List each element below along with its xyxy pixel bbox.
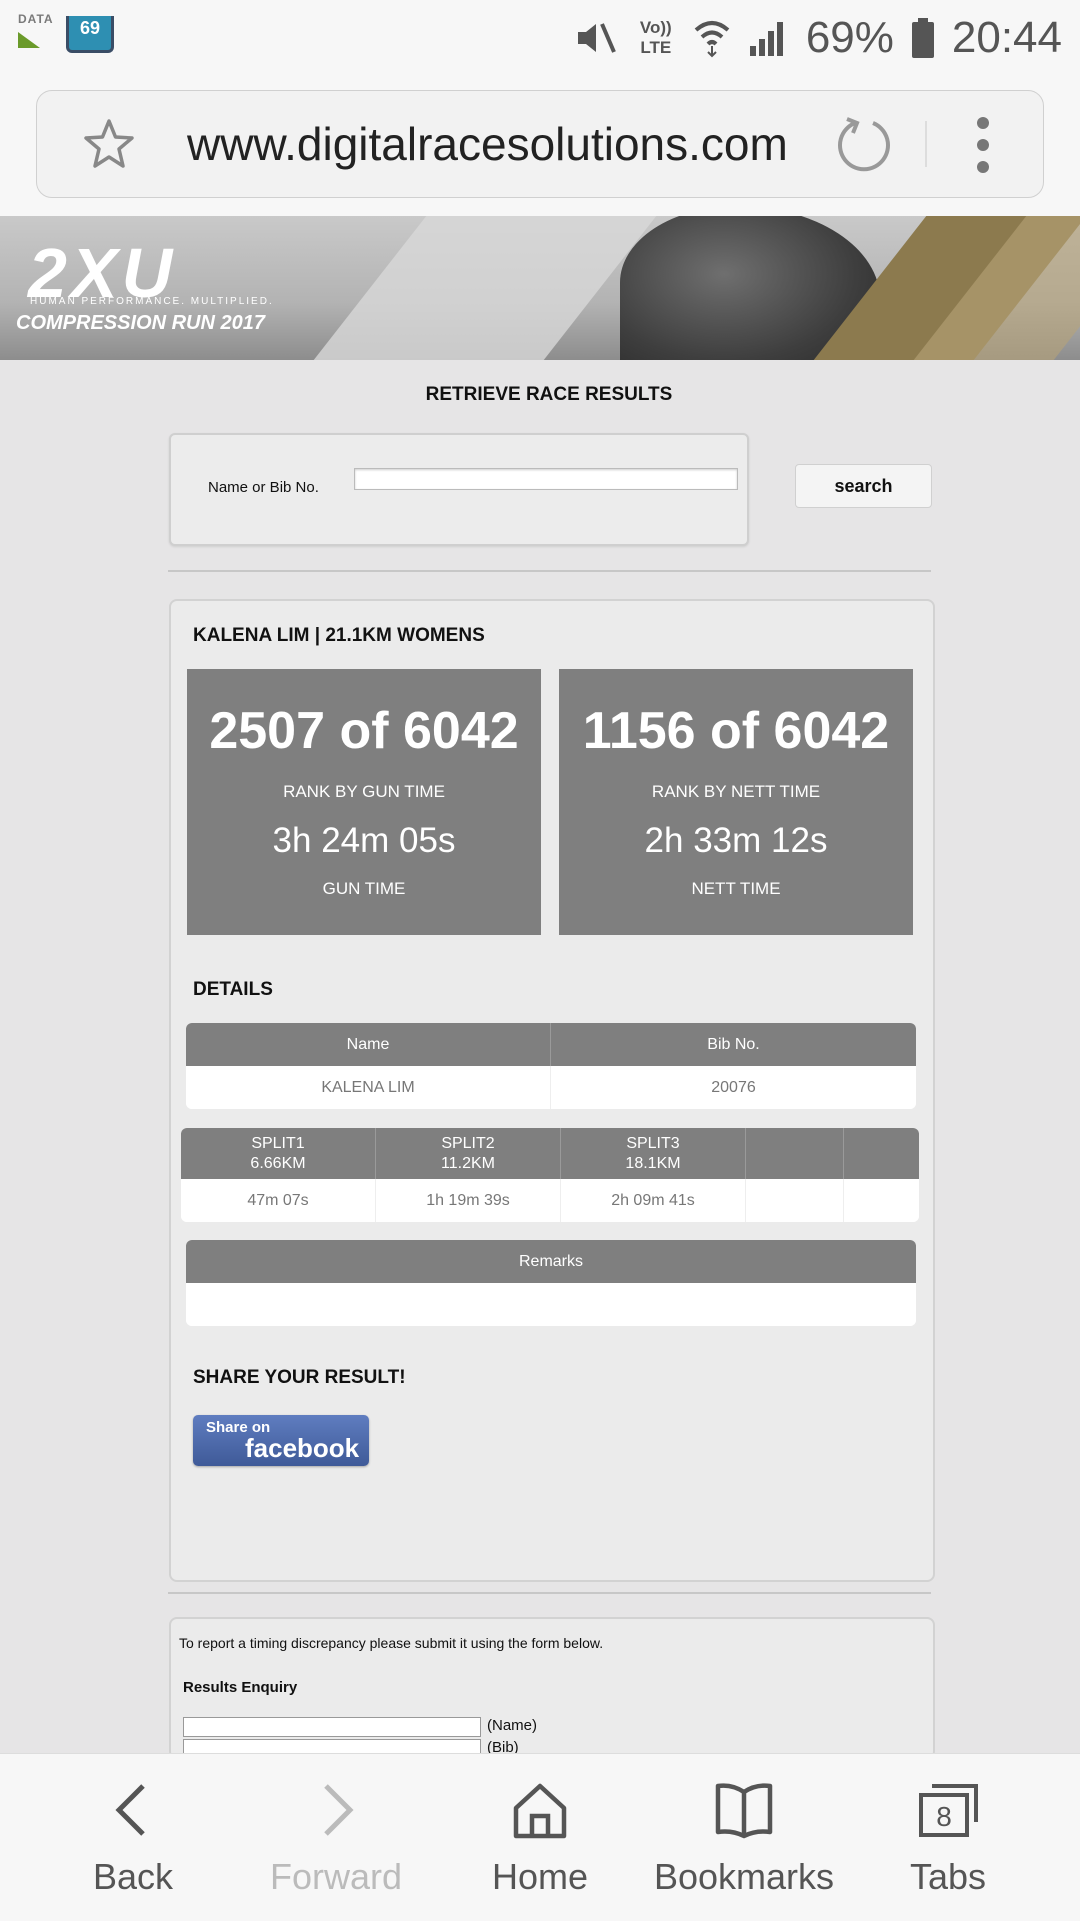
network-type: Vo)) LTE bbox=[639, 18, 672, 57]
nett-time-label: NETT TIME bbox=[691, 879, 781, 898]
gun-rank: 2507 of 6042 bbox=[209, 702, 519, 760]
home-button[interactable]: Home bbox=[440, 1754, 640, 1921]
cell-bib: 20076 bbox=[711, 1079, 756, 1096]
battery-icon bbox=[911, 18, 934, 58]
enquiry-title: Results Enquiry bbox=[183, 1679, 298, 1696]
search-label: Name or Bib No. bbox=[208, 479, 319, 496]
column-header-name: Name bbox=[186, 1023, 551, 1066]
signal-icon bbox=[749, 22, 783, 56]
gun-time: 3h 24m 05s bbox=[272, 821, 456, 860]
gun-time-panel: 2507 of 6042 RANK BY GUN TIME 3h 24m 05s… bbox=[187, 669, 541, 935]
overflow-menu-icon[interactable] bbox=[977, 115, 991, 175]
column-header-bib: Bib No. bbox=[707, 1036, 760, 1053]
bookmarks-icon bbox=[715, 1783, 773, 1839]
browser-toolbar: www.digitalracesolutions.com bbox=[0, 76, 1080, 216]
result-card: KALENA LIM | 21.1KM WOMENS 2507 of 6042 … bbox=[169, 599, 935, 1582]
nett-rank: 1156 of 6042 bbox=[582, 702, 890, 760]
search-panel: Name or Bib No. bbox=[169, 433, 749, 546]
tabs-count: 8 bbox=[936, 1801, 952, 1832]
home-icon bbox=[513, 1783, 567, 1839]
forward-label: Forward bbox=[269, 1856, 403, 1897]
battery-percent: 69% bbox=[805, 13, 894, 62]
tabs-label: Tabs bbox=[909, 1856, 987, 1897]
status-bar: DATA 69 Vo)) LTE 69% 20:44 bbox=[0, 0, 1080, 76]
forward-button[interactable]: Forward bbox=[236, 1754, 436, 1921]
bookmarks-button[interactable]: Bookmarks bbox=[644, 1754, 844, 1921]
search-input[interactable] bbox=[354, 468, 738, 490]
bookmark-star-icon[interactable] bbox=[81, 117, 137, 173]
table-row: 47m 07s 1h 19m 39s 2h 09m 41s bbox=[181, 1179, 919, 1222]
bookmarks-label: Bookmarks bbox=[653, 1856, 835, 1897]
gun-time-label: GUN TIME bbox=[322, 879, 406, 898]
divider bbox=[168, 1592, 931, 1594]
enquiry-note: To report a timing discrepancy please su… bbox=[179, 1635, 604, 1651]
details-title: DETAILS bbox=[193, 979, 273, 1000]
remarks-table: Remarks bbox=[186, 1240, 916, 1326]
column-header-split3: SPLIT3 18.1KM bbox=[561, 1128, 746, 1179]
notification-icon: 69 bbox=[66, 16, 114, 53]
nett-time: 2h 33m 12s bbox=[644, 821, 828, 860]
mute-icon bbox=[577, 23, 616, 53]
search-button[interactable]: search bbox=[795, 464, 932, 508]
back-button[interactable]: Back bbox=[33, 1754, 233, 1921]
address-bar[interactable]: www.digitalracesolutions.com bbox=[36, 90, 1044, 198]
nett-time-panel: 1156 of 6042 RANK BY NETT TIME 2h 33m 12… bbox=[559, 669, 913, 935]
splits-table: SPLIT1 6.66KM SPLIT2 11.2KM SPLIT3 18.1KM 4… bbox=[181, 1128, 919, 1222]
home-label: Home bbox=[491, 1856, 589, 1897]
cell-split3: 2h 09m 41s bbox=[561, 1179, 746, 1222]
notification-count: 69 bbox=[79, 18, 101, 38]
facebook-share-button[interactable]: Share on facebook bbox=[193, 1415, 369, 1466]
divider bbox=[168, 570, 931, 572]
brand-tagline: HUMAN PERFORMANCE. MULTIPLIED. bbox=[30, 296, 274, 307]
url-text[interactable]: www.digitalracesolutions.com bbox=[187, 117, 821, 171]
event-banner: 2XU HUMAN PERFORMANCE. MULTIPLIED. COMPR… bbox=[0, 216, 1080, 360]
runner-heading: KALENA LIM | 21.1KM WOMENS bbox=[193, 625, 485, 646]
gun-rank-label: RANK BY GUN TIME bbox=[283, 782, 445, 801]
tabs-icon: 8 bbox=[919, 1784, 978, 1837]
column-header-split2: SPLIT2 11.2KM bbox=[376, 1128, 561, 1179]
cell-split1: 47m 07s bbox=[181, 1179, 376, 1222]
cell-split2: 1h 19m 39s bbox=[376, 1179, 561, 1222]
wifi-icon bbox=[694, 21, 730, 58]
data-label: DATA bbox=[18, 12, 54, 26]
cell-remarks bbox=[186, 1283, 916, 1326]
column-header-remarks: Remarks bbox=[518, 1253, 583, 1270]
table-row bbox=[186, 1283, 916, 1326]
tabs-button[interactable]: 8 Tabs bbox=[848, 1754, 1048, 1921]
brand-logo: 2XU bbox=[28, 234, 177, 312]
back-arrow-icon bbox=[115, 1784, 145, 1836]
back-label: Back bbox=[92, 1856, 174, 1897]
name-field-label: (Name) bbox=[487, 1717, 538, 1734]
toolbar-divider bbox=[925, 121, 927, 167]
facebook-label: facebook bbox=[245, 1433, 360, 1463]
name-field[interactable] bbox=[183, 1717, 481, 1737]
forward-arrow-icon bbox=[324, 1784, 354, 1836]
bottom-navigation: Back Forward Home Bookmarks 8 Tabs bbox=[0, 1753, 1080, 1921]
nett-rank-label: RANK BY NETT TIME bbox=[651, 782, 821, 801]
column-header-split1: SPLIT1 6.66KM bbox=[181, 1128, 376, 1179]
table-row: KALENA LIM 20076 bbox=[186, 1066, 916, 1109]
share-title: SHARE YOUR RESULT! bbox=[193, 1367, 406, 1388]
enquiry-form: To report a timing discrepancy please su… bbox=[169, 1617, 935, 1759]
data-indicator-icon: DATA bbox=[16, 12, 56, 52]
cell-name: KALENA LIM bbox=[186, 1066, 551, 1109]
clock: 20:44 bbox=[951, 13, 1062, 62]
page-title: RETRIEVE RACE RESULTS bbox=[425, 384, 673, 405]
event-name: COMPRESSION RUN 2017 bbox=[16, 312, 265, 334]
details-table: Name Bib No. KALENA LIM 20076 bbox=[186, 1023, 916, 1109]
reload-icon[interactable] bbox=[833, 115, 893, 175]
